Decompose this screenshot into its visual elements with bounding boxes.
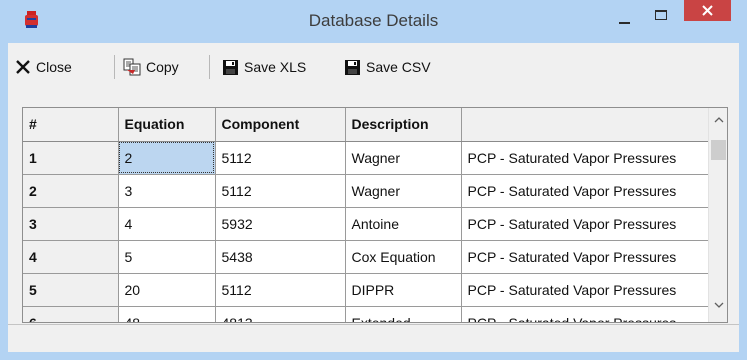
column-header[interactable]: # bbox=[23, 108, 119, 142]
table-header-row: # Equation Component Description bbox=[23, 108, 709, 142]
row-number[interactable]: 4 bbox=[23, 240, 119, 274]
table-cell[interactable]: Wagner bbox=[345, 141, 462, 175]
toolbar-separator bbox=[114, 55, 115, 79]
client-area: Close Copy Save XLS Save CSV # Equation … bbox=[8, 43, 739, 352]
table-cell[interactable]: 3 bbox=[118, 174, 216, 208]
scroll-up-icon[interactable] bbox=[714, 116, 724, 124]
save-xls-button[interactable]: Save XLS bbox=[222, 53, 306, 81]
close-button-label: Close bbox=[36, 59, 72, 75]
column-header[interactable]: Description bbox=[345, 108, 462, 142]
close-button[interactable]: Close bbox=[15, 53, 72, 81]
table-cell[interactable]: 20 bbox=[118, 273, 216, 307]
x-icon bbox=[16, 60, 30, 74]
maximize-icon bbox=[655, 10, 667, 20]
row-number[interactable]: 5 bbox=[23, 273, 119, 307]
table-row[interactable]: 2 3 5112 Wagner PCP - Saturated Vapor Pr… bbox=[23, 174, 709, 208]
copy-button[interactable]: Copy bbox=[123, 53, 179, 81]
column-header[interactable]: Component bbox=[215, 108, 346, 142]
details-grid[interactable]: # Equation Component Description 1 2 511… bbox=[22, 107, 728, 323]
row-number[interactable]: 2 bbox=[23, 174, 119, 208]
table-cell[interactable]: 5 bbox=[118, 240, 216, 274]
floppy-disk-icon bbox=[223, 59, 238, 75]
table-row[interactable]: 4 5 5438 Cox Equation PCP - Saturated Va… bbox=[23, 240, 709, 274]
database-details-window: Database Details Close Copy Save XLS Sav… bbox=[0, 0, 747, 360]
status-bar bbox=[8, 324, 739, 352]
table-row[interactable]: 6 48 4813 Extended PCP - Saturated Vapor… bbox=[23, 306, 709, 322]
window-close-button[interactable] bbox=[684, 0, 731, 21]
scroll-down-icon[interactable] bbox=[714, 301, 724, 309]
close-icon bbox=[702, 5, 713, 16]
table-cell[interactable]: 2 bbox=[118, 141, 216, 175]
title-bar[interactable]: Database Details bbox=[0, 0, 747, 43]
table-cell[interactable]: 5112 bbox=[215, 174, 346, 208]
scrollbar-thumb[interactable] bbox=[711, 140, 726, 160]
table-cell[interactable]: 5112 bbox=[215, 141, 346, 175]
table-cell[interactable]: PCP - Saturated Vapor Pressures bbox=[461, 273, 709, 307]
row-number[interactable]: 1 bbox=[23, 141, 119, 175]
table-cell[interactable]: PCP - Saturated Vapor Pressures bbox=[461, 207, 709, 241]
copy-icon bbox=[123, 58, 141, 76]
table-cell[interactable]: 48 bbox=[118, 306, 216, 322]
toolbar: Close Copy Save XLS Save CSV bbox=[8, 43, 739, 107]
vertical-scrollbar[interactable] bbox=[708, 108, 727, 322]
row-number[interactable]: 6 bbox=[23, 306, 119, 322]
table-cell[interactable]: Antoine bbox=[345, 207, 462, 241]
table-cell[interactable]: Wagner bbox=[345, 174, 462, 208]
copy-button-label: Copy bbox=[146, 59, 179, 75]
maximize-button[interactable] bbox=[646, 9, 676, 31]
details-table: # Equation Component Description 1 2 511… bbox=[23, 108, 709, 322]
table-cell[interactable]: 5438 bbox=[215, 240, 346, 274]
table-row[interactable]: 1 2 5112 Wagner PCP - Saturated Vapor Pr… bbox=[23, 141, 709, 175]
save-xls-label: Save XLS bbox=[244, 59, 307, 75]
table-cell[interactable]: 5112 bbox=[215, 273, 346, 307]
table-row[interactable]: 3 4 5932 Antoine PCP - Saturated Vapor P… bbox=[23, 207, 709, 241]
table-cell[interactable]: PCP - Saturated Vapor Pressures bbox=[461, 174, 709, 208]
minimize-button[interactable] bbox=[609, 9, 639, 31]
table-cell[interactable]: Cox Equation bbox=[345, 240, 462, 274]
table-cell[interactable]: DIPPR bbox=[345, 273, 462, 307]
save-csv-button[interactable]: Save CSV bbox=[344, 53, 431, 81]
table-row[interactable]: 5 20 5112 DIPPR PCP - Saturated Vapor Pr… bbox=[23, 273, 709, 307]
table-cell[interactable]: PCP - Saturated Vapor Pressures bbox=[461, 306, 709, 322]
floppy-disk-icon bbox=[345, 59, 360, 75]
table-cell[interactable]: Extended bbox=[345, 306, 462, 322]
table-cell[interactable]: 4813 bbox=[215, 306, 346, 322]
minimize-icon bbox=[619, 22, 630, 24]
save-csv-label: Save CSV bbox=[366, 59, 431, 75]
table-cell[interactable]: PCP - Saturated Vapor Pressures bbox=[461, 240, 709, 274]
column-header[interactable] bbox=[461, 108, 709, 142]
toolbar-separator bbox=[209, 55, 210, 79]
table-cell[interactable]: 4 bbox=[118, 207, 216, 241]
table-cell[interactable]: PCP - Saturated Vapor Pressures bbox=[461, 141, 709, 175]
column-header[interactable]: Equation bbox=[118, 108, 216, 142]
table-cell[interactable]: 5932 bbox=[215, 207, 346, 241]
row-number[interactable]: 3 bbox=[23, 207, 119, 241]
